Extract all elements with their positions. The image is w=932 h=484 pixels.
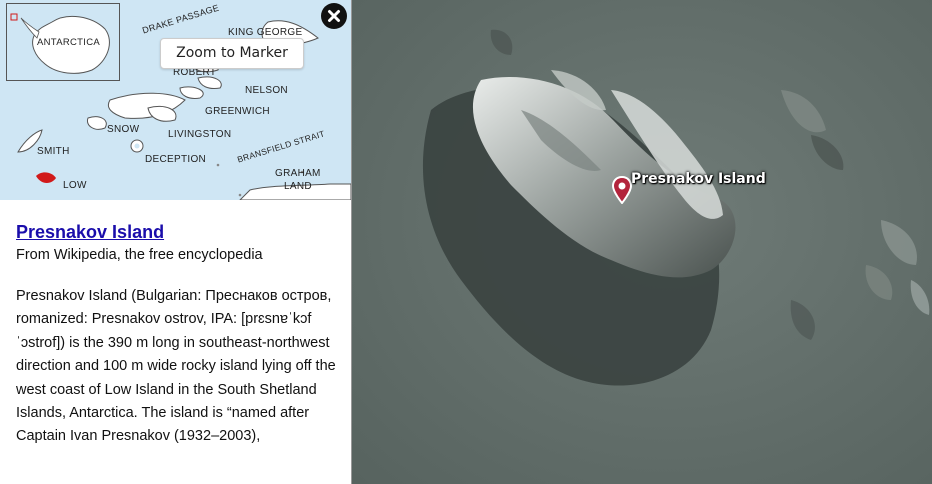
article: Presnakov Island From Wikipedia, the fre… xyxy=(16,222,338,449)
zoom-to-marker-button[interactable]: Zoom to Marker xyxy=(160,38,304,69)
king-george-label: KING GEORGE xyxy=(228,27,303,38)
smith-label: SMITH xyxy=(37,146,70,157)
livingston-label: LIVINGSTON xyxy=(168,129,232,140)
graham-label: GRAHAM xyxy=(275,168,321,179)
antarctica-inset-map: ANTARCTICA xyxy=(6,3,120,81)
close-icon[interactable] xyxy=(321,3,347,29)
deception-label: DECEPTION xyxy=(145,154,207,165)
snow-label: SNOW xyxy=(107,124,140,135)
low-label: LOW xyxy=(63,180,87,191)
article-title-link[interactable]: Presnakov Island xyxy=(16,222,338,243)
greenwich-label: GREENWICH xyxy=(205,106,270,117)
nelson-label: NELSON xyxy=(245,85,288,96)
satellite-map[interactable] xyxy=(351,0,932,484)
article-subtitle: From Wikipedia, the free encyclopedia xyxy=(16,247,263,263)
antarctica-label: ANTARCTICA xyxy=(37,37,100,48)
locator-map: ANTARCTICA DRAKE PASSAGE KING GEORGE ROB… xyxy=(0,0,351,200)
article-body: Presnakov Island (Bulgarian: Преснаков о… xyxy=(16,288,336,445)
land-label: LAND xyxy=(284,181,312,192)
map-marker-icon[interactable] xyxy=(611,175,633,205)
info-panel: ANTARCTICA DRAKE PASSAGE KING GEORGE ROB… xyxy=(0,0,352,484)
marker-label: Presnakov Island xyxy=(631,171,766,187)
